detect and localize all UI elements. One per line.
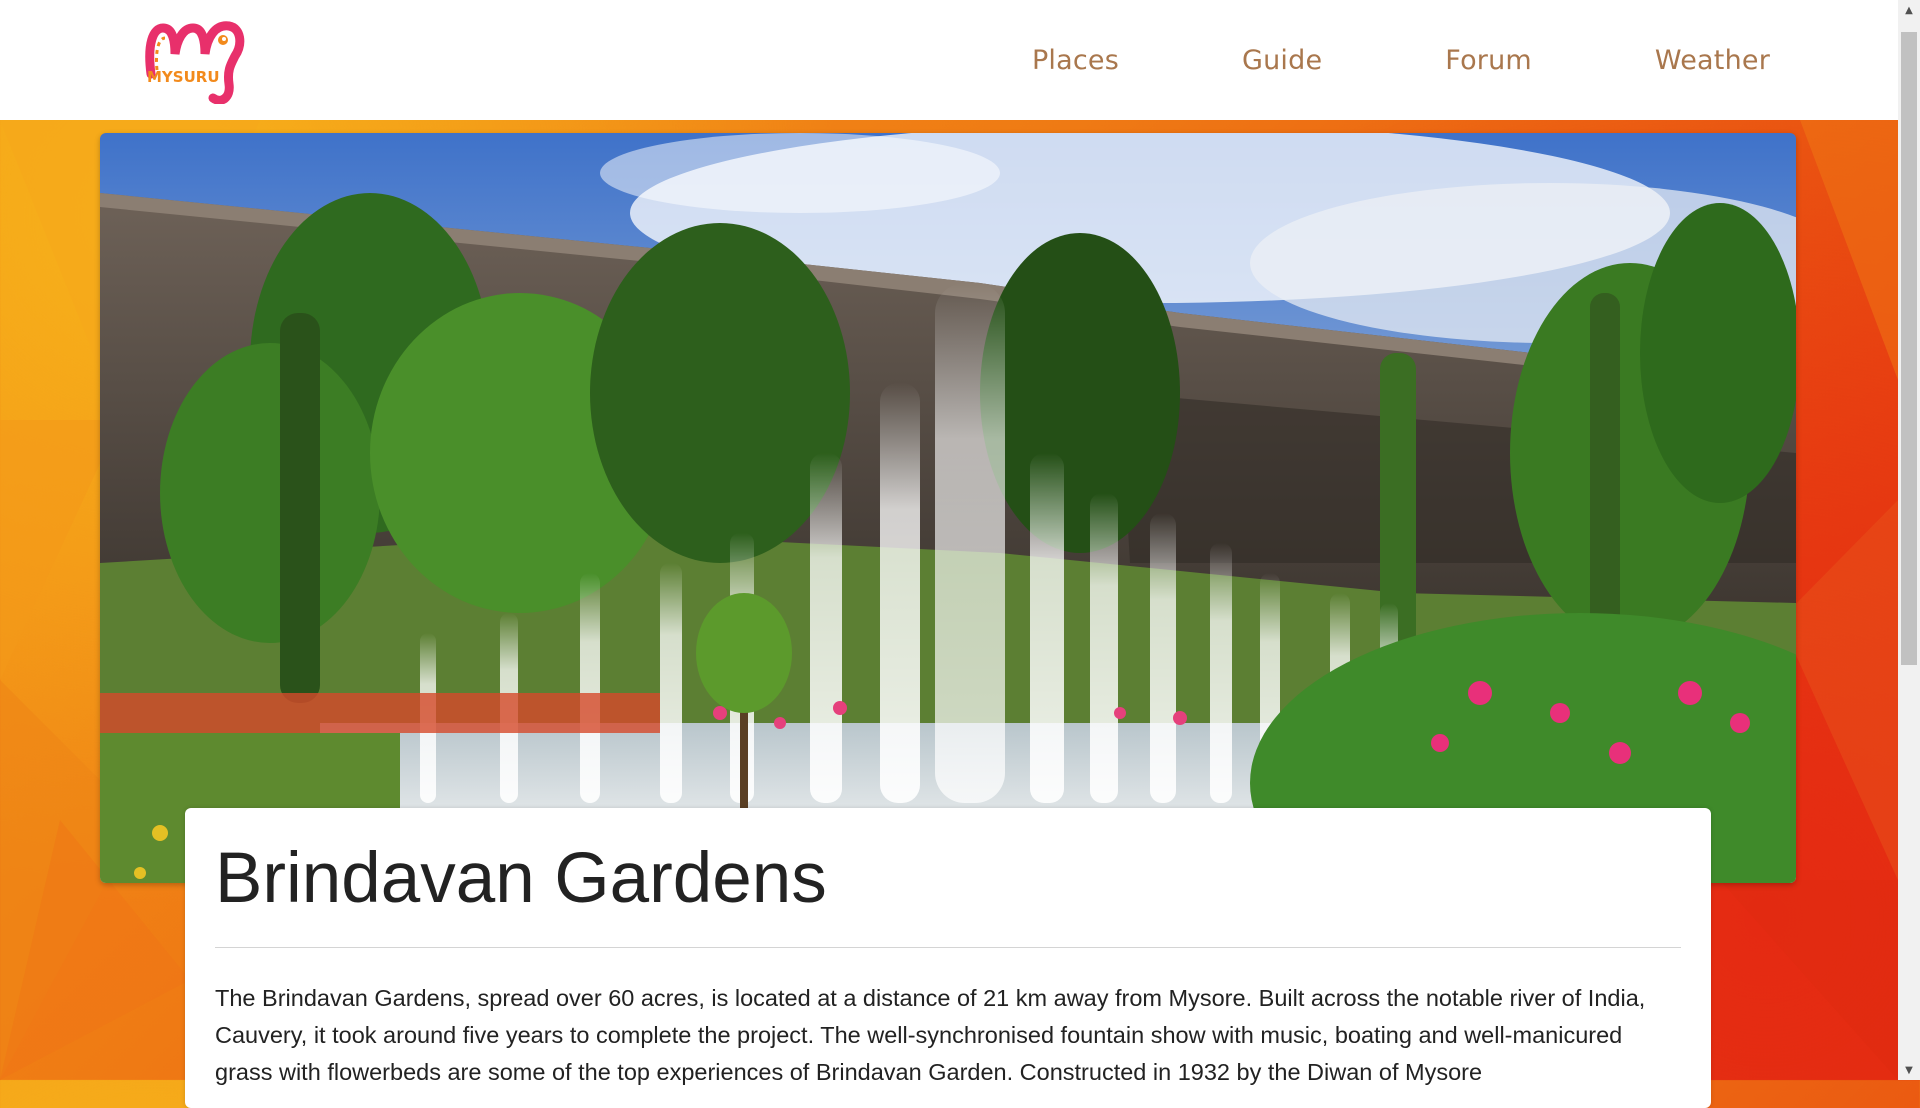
- site-header: MYSURU Places Guide Forum Weather: [0, 0, 1898, 120]
- scroll-thumb[interactable]: [1901, 32, 1917, 665]
- nav-places[interactable]: Places: [1032, 45, 1119, 76]
- article-card: Brindavan Gardens The Brindavan Gardens,…: [185, 808, 1711, 1108]
- scroll-up-arrow-icon[interactable]: ▲: [1898, 0, 1920, 20]
- nav-forum[interactable]: Forum: [1445, 45, 1532, 76]
- brindavan-gardens-photo-icon: [100, 133, 1796, 883]
- scroll-down-arrow-icon[interactable]: ▼: [1898, 1060, 1920, 1080]
- mysuru-logo[interactable]: MYSURU: [143, 14, 245, 104]
- title-divider: [215, 947, 1681, 948]
- logo-text: MYSURU: [147, 68, 220, 86]
- hero-image: [100, 133, 1796, 883]
- nav-guide[interactable]: Guide: [1242, 45, 1322, 76]
- nav-weather[interactable]: Weather: [1655, 45, 1770, 76]
- article-body: The Brindavan Gardens, spread over 60 ac…: [215, 985, 1646, 1085]
- vertical-scrollbar[interactable]: ▲ ▼: [1898, 0, 1920, 1080]
- main-nav: Places Guide Forum Weather: [1032, 0, 1770, 120]
- page-title: Brindavan Gardens: [215, 839, 827, 918]
